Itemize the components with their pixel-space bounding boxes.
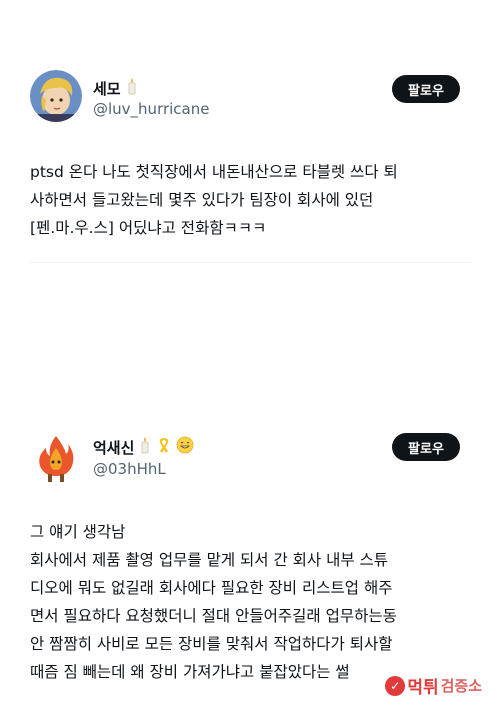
grinning-face-icon: [176, 436, 194, 458]
display-name[interactable]: 억새신: [93, 437, 134, 458]
tweet-text: 그 얘기 생각남 회사에서 제품 촬영 업무를 맡게 되서 간 회사 내부 스튜…: [30, 523, 397, 681]
watermark-logo-icon: ✓: [385, 675, 406, 696]
watermark-sub: 검증소: [440, 677, 482, 695]
name-row: 억새신: [93, 436, 194, 458]
follow-button[interactable]: 팔로우: [392, 433, 460, 461]
candle-icon: [138, 436, 152, 458]
yellow-ribbon-icon: [156, 436, 172, 458]
flame-character-avatar-icon: [30, 432, 82, 484]
tweet-card: 억새신 @03hHhL 팔로우 그 얘기 생각남 회사에서 제품 촬영 업무를 …: [0, 0, 500, 681]
watermark: ✓ 먹튀 검증소: [381, 671, 486, 700]
user-handle[interactable]: @03hHhL: [93, 460, 166, 478]
avatar[interactable]: [30, 432, 82, 484]
watermark-text: 먹튀: [407, 678, 439, 698]
